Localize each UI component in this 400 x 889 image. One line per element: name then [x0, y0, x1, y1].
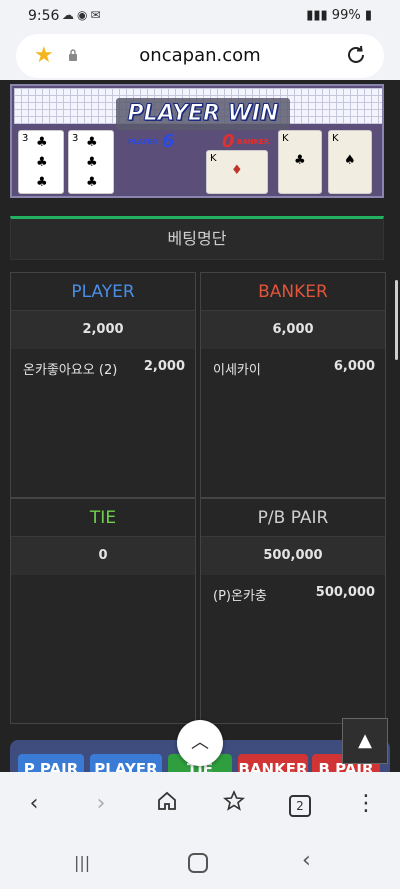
bettor-name: 이세카이 — [213, 363, 261, 378]
bettor-name: (P)온카충 — [213, 589, 267, 604]
home-system-button[interactable] — [188, 853, 208, 873]
reload-icon[interactable] — [344, 43, 368, 67]
diamond-icon: ♦ — [231, 163, 243, 178]
game-result-board: PLAYER WIN 3 ♣ ♣ ♣ 3 ♣ ♣ ♣ PLAYER 6 0 BA… — [10, 84, 384, 198]
banker-card-2: K ♣ — [278, 130, 322, 194]
forward-button[interactable]: › — [87, 790, 115, 818]
menu-button[interactable]: ⋮ — [352, 790, 380, 818]
chevron-left-icon: ‹ — [29, 791, 39, 816]
club-icon: ♣ — [86, 155, 98, 170]
card-rank: K — [282, 133, 289, 144]
browser-toolbar: ‹ › 2 ⋮ — [0, 772, 400, 838]
banker-total: 6,000 — [201, 311, 385, 349]
pair-panel-title: P/B PAIR — [201, 499, 385, 537]
system-nav-bar: ||| ‹ — [0, 838, 400, 889]
pair-bets-panel: P/B PAIR 500,000 (P)온카충 500,000 — [200, 498, 386, 724]
address-bar[interactable]: ★ oncapan.com — [16, 34, 384, 78]
star-outline-icon — [222, 789, 246, 811]
url-text[interactable]: oncapan.com — [16, 45, 384, 66]
player-bets-panel: PLAYER 2,000 온카좋아요오 (2) 2,000 — [10, 272, 196, 498]
player-total: 2,000 — [11, 311, 195, 349]
banker-card-1: K ♦ — [206, 150, 268, 194]
bet-amount: 2,000 — [143, 359, 185, 374]
battery-level: 99% — [331, 8, 361, 23]
recent-apps-button[interactable]: ||| — [74, 853, 98, 873]
bet-amount: 6,000 — [333, 359, 375, 374]
card-rank: 3 — [72, 133, 79, 144]
banker-bet-button[interactable]: BANKER — [238, 754, 308, 772]
win-banner: PLAYER WIN — [116, 98, 290, 130]
banker-card-3: K ♠ — [328, 130, 372, 194]
p-pair-button[interactable]: P PAIR — [18, 754, 84, 772]
back-button[interactable]: ‹ — [20, 790, 48, 818]
recents-icon: ||| — [74, 853, 91, 872]
list-item: 이세카이 6,000 — [201, 349, 385, 385]
banker-label: BANKER — [237, 138, 270, 146]
player-card-1: 3 ♣ ♣ ♣ — [18, 130, 64, 194]
banker-panel-title: BANKER — [201, 273, 385, 311]
bettor-name: 온카좋아요오 (2) — [23, 363, 118, 378]
status-bar: 9:56 ☁◉✉ ▮▮▮ 99% ▮ — [0, 0, 400, 32]
scroll-to-top-button[interactable]: ▲ — [342, 718, 388, 764]
player-card-2: 3 ♣ ♣ ♣ — [68, 130, 114, 194]
tie-bets-panel: TIE 0 — [10, 498, 196, 724]
club-icon: ♣ — [86, 175, 98, 190]
club-icon: ♣ — [36, 135, 48, 150]
card-rank: K — [210, 153, 217, 164]
collapse-toolbar-button[interactable]: ︿ — [177, 720, 223, 766]
arrow-up-icon: ▲ — [358, 730, 372, 751]
notification-icons: ☁◉✉ — [62, 8, 104, 22]
club-icon: ♣ — [36, 155, 48, 170]
player-panel-title: PLAYER — [11, 273, 195, 311]
home-button[interactable] — [153, 790, 181, 818]
player-score: 6 — [162, 131, 175, 152]
page-scrollbar[interactable] — [395, 280, 398, 360]
betting-list-header: 베팅명단 — [10, 216, 384, 260]
club-icon: ♣ — [36, 175, 48, 190]
card-rank: 3 — [22, 133, 29, 144]
tie-total: 0 — [11, 537, 195, 575]
tie-panel-title: TIE — [11, 499, 195, 537]
back-chevron-icon: ‹ — [302, 848, 311, 873]
card-rank: K — [332, 133, 339, 144]
list-item: (P)온카충 500,000 — [201, 575, 385, 611]
player-label: PLAYER — [128, 138, 158, 146]
tabs-button[interactable]: 2 — [286, 790, 314, 818]
list-item: 온카좋아요오 (2) 2,000 — [11, 349, 195, 385]
home-icon — [158, 791, 176, 810]
club-icon: ♣ — [86, 135, 98, 150]
pair-total: 500,000 — [201, 537, 385, 575]
tabs-icon: 2 — [289, 795, 311, 817]
club-icon: ♣ — [294, 153, 306, 168]
bet-amount: 500,000 — [315, 585, 375, 600]
spade-icon: ♠ — [344, 153, 356, 168]
signal-icon: ▮▮▮ — [306, 8, 328, 23]
system-back-button[interactable]: ‹ — [302, 848, 322, 873]
battery-icon: ▮ — [364, 8, 372, 23]
status-time: 9:56 — [28, 8, 60, 24]
banker-score: 0 — [222, 131, 235, 152]
more-vertical-icon: ⋮ — [355, 791, 377, 816]
chevron-right-icon: › — [96, 791, 106, 816]
banker-bets-panel: BANKER 6,000 이세카이 6,000 — [200, 272, 386, 498]
page-content: PLAYER WIN 3 ♣ ♣ ♣ 3 ♣ ♣ ♣ PLAYER 6 0 BA… — [0, 80, 400, 772]
status-right: ▮▮▮ 99% ▮ — [306, 8, 372, 23]
player-bet-button[interactable]: PLAYER — [90, 754, 162, 772]
chevron-up-icon: ︿ — [191, 732, 209, 753]
bookmarks-button[interactable] — [220, 789, 248, 818]
